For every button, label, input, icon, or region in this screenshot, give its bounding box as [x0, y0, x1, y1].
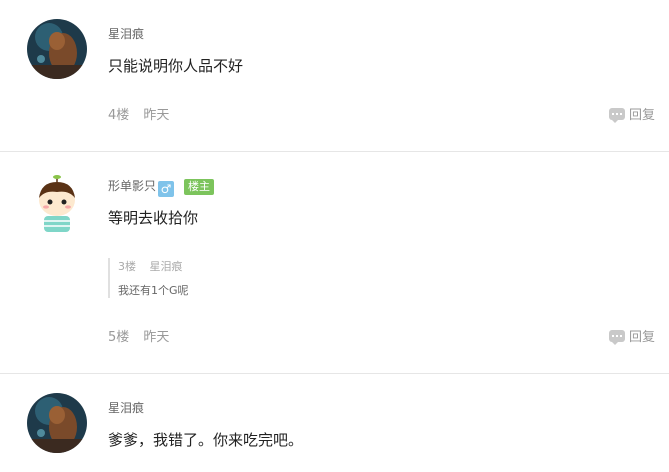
avatar[interactable] [27, 19, 87, 79]
avatar[interactable] [27, 174, 87, 234]
comment-bubble-icon [608, 329, 625, 345]
comment-item: 形单影只 ♂ 楼主 等明去收拾你 3楼 星泪痕 我还有1个G呢 5楼 昨天 回复 [0, 152, 669, 373]
comment-bubble-icon [608, 107, 625, 123]
username[interactable]: 星泪痕 [108, 25, 144, 42]
op-badge: 楼主 [184, 179, 215, 195]
comment-item: 星泪痕 只能说明你人品不好 4楼 昨天 回复 [0, 0, 669, 151]
comment-meta: 5楼 昨天 [108, 326, 169, 345]
username[interactable]: 星泪痕 [108, 399, 144, 416]
username[interactable]: 形单影只 [108, 179, 156, 193]
quoted-reply[interactable]: 3楼 星泪痕 我还有1个G呢 [108, 258, 410, 298]
quote-username: 星泪痕 [149, 260, 183, 273]
quote-floor: 3楼 [118, 260, 136, 273]
comment-text: 爹爹，我错了。你来吃完吧。 [108, 431, 304, 449]
reply-label: 回复 [628, 330, 655, 345]
quote-meta: 3楼 星泪痕 [118, 258, 183, 274]
timestamp: 昨天 [143, 108, 170, 123]
male-gender-icon: ♂ [158, 181, 175, 197]
reply-label: 回复 [628, 108, 655, 123]
comment-meta: 4楼 昨天 [108, 104, 169, 123]
reply-button[interactable]: 回复 [608, 104, 655, 123]
comment-text: 等明去收拾你 [108, 209, 199, 227]
avatar[interactable] [27, 393, 87, 453]
timestamp: 昨天 [143, 330, 170, 345]
reply-button[interactable]: 回复 [608, 326, 655, 345]
comment-item: 星泪痕 爹爹，我错了。你来吃完吧。 [0, 374, 669, 472]
username-row: 形单影只 ♂ 楼主 [108, 177, 215, 197]
floor-number: 5楼 [108, 330, 130, 345]
floor-number: 4楼 [108, 108, 130, 123]
comment-text: 只能说明你人品不好 [108, 57, 244, 75]
quote-text: 我还有1个G呢 [118, 284, 189, 297]
